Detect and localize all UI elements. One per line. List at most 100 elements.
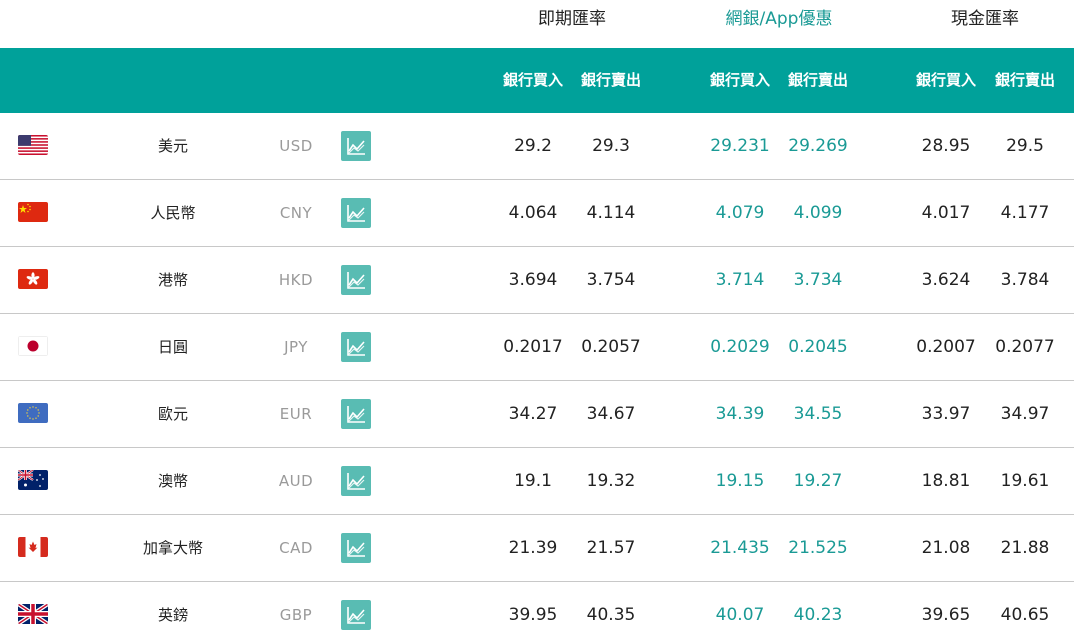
currency-name: 加拿大幣: [142, 539, 203, 557]
spot-sell-rate: 4.114: [586, 203, 636, 223]
currency-name: 美元: [157, 137, 188, 155]
currency-code: AUD: [278, 472, 314, 490]
exchange-rate-table: 即期匯率 網銀/App優惠 現金匯率 銀行買入 銀行賣出 銀行買入 銀行賣出 銀…: [0, 0, 1074, 636]
spot-buy-header: 銀行買入: [502, 71, 563, 89]
cash-sell-rate: 29.5: [1006, 136, 1044, 156]
currency-name: 人民幣: [150, 204, 196, 222]
spot-sell-header: 銀行賣出: [580, 71, 641, 89]
currency-name: 日圓: [157, 338, 188, 356]
currency-row-cad: 加拿大幣 CAD 21.39 21.57 21.435 21.525 21.08…: [0, 515, 1074, 582]
currency-name: 澳幣: [157, 472, 188, 490]
cash-buy-rate: 21.08: [921, 538, 971, 558]
us-flag-icon: [18, 135, 48, 155]
cash-sell-rate: 21.88: [1000, 538, 1050, 558]
currency-code: USD: [279, 137, 313, 155]
cash-sell-rate: 0.2077: [995, 337, 1055, 357]
currency-code: CNY: [279, 204, 313, 222]
rate-group-header: 即期匯率 網銀/App優惠 現金匯率: [0, 0, 1074, 48]
currency-name: 歐元: [157, 405, 188, 423]
gb-flag-icon: [18, 604, 48, 624]
cash-buy-rate: 0.2007: [916, 337, 976, 357]
app-sell-rate: 29.269: [788, 136, 848, 156]
eu-flag-icon: [18, 403, 48, 423]
hk-flag-icon: [18, 269, 48, 289]
currency-row-aud: 澳幣 AUD 19.1 19.32 19.15 19.27 18.81 19.6…: [0, 448, 1074, 515]
app-sell-rate: 0.2045: [788, 337, 848, 357]
line-chart-icon: [347, 205, 365, 222]
line-chart-icon: [347, 406, 365, 423]
spot-buy-rate: 4.064: [508, 203, 558, 223]
line-chart-icon: [347, 138, 365, 155]
spot-rate-heading: 即期匯率: [538, 9, 606, 29]
column-subheader: 銀行買入 銀行賣出 銀行買入 銀行賣出 銀行買入 銀行賣出: [0, 48, 1074, 113]
app-buy-rate: 0.2029: [710, 337, 770, 357]
trend-chart-button[interactable]: [341, 265, 371, 295]
currency-code: GBP: [279, 606, 313, 624]
ca-flag-icon: [18, 537, 48, 557]
currency-code: EUR: [279, 405, 313, 423]
spot-buy-rate: 21.39: [508, 538, 558, 558]
cash-buy-rate: 28.95: [921, 136, 971, 156]
app-sell-header: 銀行賣出: [787, 71, 848, 89]
app-sell-rate: 19.27: [793, 471, 843, 491]
cash-sell-rate: 40.65: [1000, 605, 1050, 625]
trend-chart-button[interactable]: [341, 600, 371, 630]
line-chart-icon: [347, 339, 365, 356]
au-flag-icon: [18, 470, 48, 490]
spot-buy-rate: 29.2: [514, 136, 552, 156]
currency-row-gbp: 英鎊 GBP 39.95 40.35 40.07 40.23 39.65 40.…: [0, 582, 1074, 636]
jp-flag-icon: [18, 336, 48, 356]
cash-buy-rate: 39.65: [921, 605, 971, 625]
line-chart-icon: [347, 272, 365, 289]
app-rate-heading: 網銀/App優惠: [725, 9, 833, 29]
app-buy-rate: 3.714: [715, 270, 765, 290]
currency-row-eur: 歐元 EUR 34.27 34.67 34.39 34.55 33.97 34.…: [0, 381, 1074, 448]
app-sell-rate: 21.525: [788, 538, 848, 558]
currency-row-usd: 美元 USD 29.2 29.3 29.231 29.269 28.95 29.…: [0, 113, 1074, 180]
cash-buy-rate: 4.017: [921, 203, 971, 223]
spot-sell-rate: 29.3: [592, 136, 630, 156]
currency-name: 港幣: [157, 271, 188, 289]
spot-sell-rate: 19.32: [586, 471, 636, 491]
line-chart-icon: [347, 607, 365, 624]
currency-row-jpy: 日圓 JPY 0.2017 0.2057 0.2029 0.2045 0.200…: [0, 314, 1074, 381]
line-chart-icon: [347, 540, 365, 557]
app-buy-rate: 21.435: [710, 538, 770, 558]
currency-code: JPY: [284, 338, 308, 356]
app-buy-header: 銀行買入: [709, 71, 770, 89]
spot-buy-rate: 0.2017: [503, 337, 563, 357]
cash-buy-rate: 33.97: [921, 404, 971, 424]
app-buy-rate: 40.07: [715, 605, 765, 625]
cash-rate-heading: 現金匯率: [951, 9, 1019, 29]
cash-buy-header: 銀行買入: [915, 71, 976, 89]
currency-row-cny: 人民幣 CNY 4.064 4.114 4.079 4.099 4.017 4.…: [0, 180, 1074, 247]
spot-buy-rate: 19.1: [514, 471, 552, 491]
spot-sell-rate: 0.2057: [581, 337, 641, 357]
spot-sell-rate: 3.754: [586, 270, 636, 290]
trend-chart-button[interactable]: [341, 332, 371, 362]
app-buy-rate: 19.15: [715, 471, 765, 491]
spot-sell-rate: 21.57: [586, 538, 636, 558]
currency-name: 英鎊: [157, 606, 188, 624]
cash-buy-rate: 18.81: [921, 471, 971, 491]
app-buy-rate: 29.231: [710, 136, 770, 156]
cash-sell-header: 銀行賣出: [994, 71, 1055, 89]
currency-row-hkd: 港幣 HKD 3.694 3.754 3.714 3.734 3.624 3.7…: [0, 247, 1074, 314]
currency-code: CAD: [279, 539, 313, 557]
app-buy-rate: 4.079: [715, 203, 765, 223]
trend-chart-button[interactable]: [341, 198, 371, 228]
spot-buy-rate: 34.27: [508, 404, 558, 424]
trend-chart-button[interactable]: [341, 131, 371, 161]
currency-rows: 美元 USD 29.2 29.3 29.231 29.269 28.95 29.…: [0, 113, 1074, 636]
app-buy-rate: 34.39: [715, 404, 765, 424]
app-sell-rate: 34.55: [793, 404, 843, 424]
app-sell-rate: 4.099: [793, 203, 843, 223]
trend-chart-button[interactable]: [341, 533, 371, 563]
app-sell-rate: 3.734: [793, 270, 843, 290]
spot-buy-rate: 3.694: [508, 270, 558, 290]
line-chart-icon: [347, 473, 365, 490]
cash-sell-rate: 4.177: [1000, 203, 1050, 223]
trend-chart-button[interactable]: [341, 466, 371, 496]
cash-sell-rate: 34.97: [1000, 404, 1050, 424]
trend-chart-button[interactable]: [341, 399, 371, 429]
